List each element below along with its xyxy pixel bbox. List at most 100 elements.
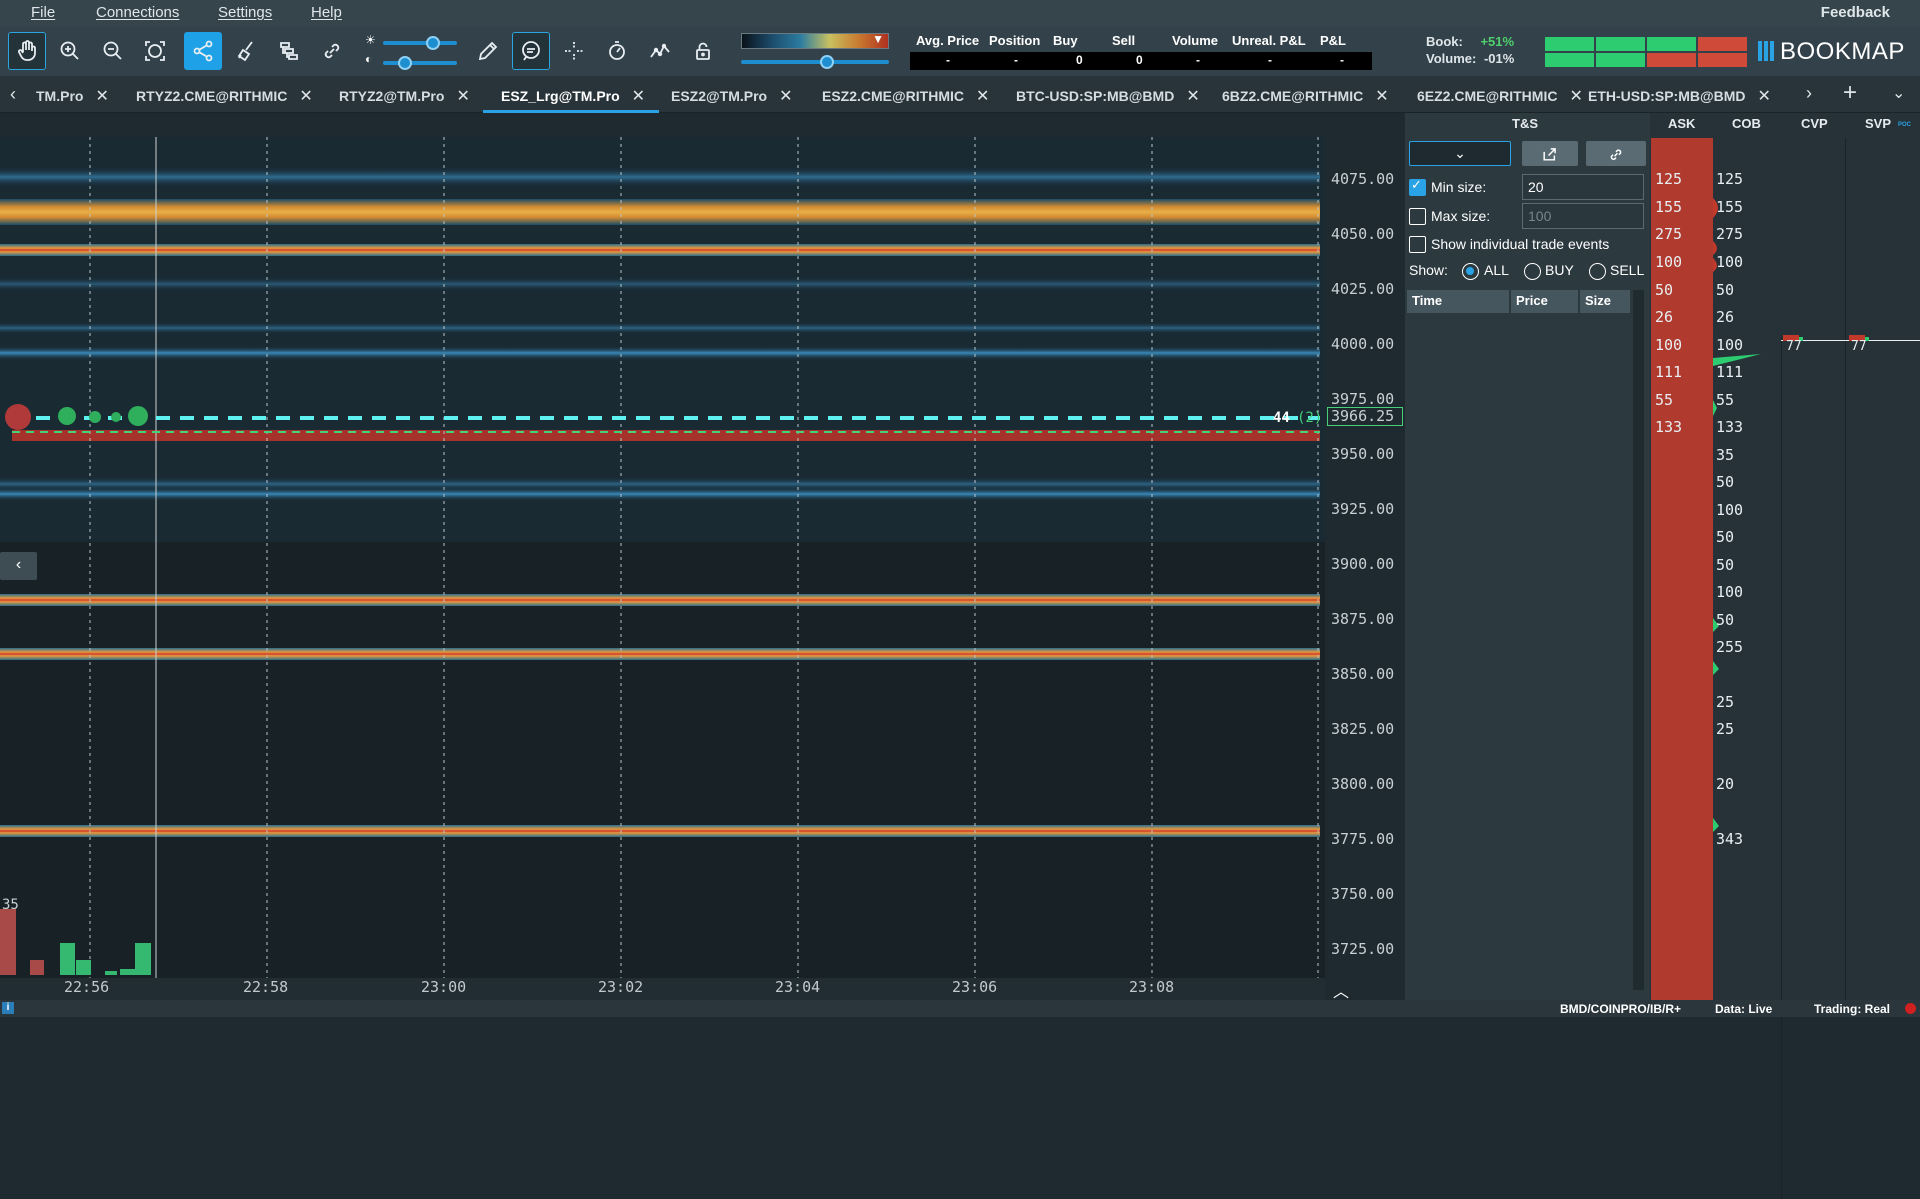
- link-icon: [1610, 148, 1622, 160]
- cob-value: 20: [1716, 775, 1735, 793]
- ts-col-size[interactable]: Size: [1580, 290, 1630, 313]
- book-value: +51%: [1480, 34, 1515, 49]
- add-tab-icon[interactable]: +: [1843, 79, 1857, 107]
- pencil-button[interactable]: [469, 32, 507, 70]
- close-icon[interactable]: ✕: [632, 86, 645, 106]
- color-range-slider[interactable]: [741, 55, 889, 69]
- tab-instrument[interactable]: TM.Pro ✕: [36, 76, 109, 113]
- tab-instrument-selected[interactable]: ESZ_Lrg@TM.Pro ✕: [482, 76, 660, 113]
- ts-export-button[interactable]: [1522, 141, 1578, 166]
- stack-button[interactable]: [270, 32, 308, 70]
- radio-all[interactable]: [1462, 263, 1479, 280]
- tab-scroll-left-icon[interactable]: ‹: [10, 84, 16, 105]
- ts-dropdown[interactable]: ⌄: [1409, 141, 1511, 166]
- ts-col-price[interactable]: Price: [1511, 290, 1578, 313]
- brightness-slider[interactable]: [383, 36, 457, 50]
- menu-settings[interactable]: Settings: [218, 4, 272, 21]
- crosshair-icon: [565, 42, 583, 60]
- cob-value: 111: [1716, 363, 1744, 381]
- tab-instrument[interactable]: RTYZ2@TM.Pro ✕: [339, 76, 470, 113]
- lock-button[interactable]: [684, 32, 722, 70]
- tab-instrument[interactable]: 6BZ2.CME@RITHMIC ✕: [1222, 76, 1389, 113]
- time-axis[interactable]: 22:56 22:58 23:00 23:02 23:04 23:06 23:0…: [0, 978, 1349, 1002]
- tab-instrument[interactable]: ESZ2@TM.Pro ✕: [671, 76, 793, 113]
- max-size-input[interactable]: 100: [1522, 203, 1644, 229]
- tab-instrument[interactable]: RTYZ2.CME@RITHMIC ✕: [136, 76, 313, 113]
- collapse-up-icon[interactable]: ︿: [1333, 978, 1349, 1002]
- show-individual-checkbox[interactable]: [1409, 236, 1426, 253]
- price-axis[interactable]: 4075.00 4050.00 4025.00 4000.00 3975.00 …: [1325, 137, 1405, 982]
- pnl-realized: -: [1340, 53, 1344, 67]
- chevron-down-icon: ▼: [872, 32, 884, 46]
- timer-button[interactable]: [598, 32, 636, 70]
- heatmap-canvas[interactable]: [0, 137, 1325, 982]
- close-icon[interactable]: ✕: [976, 86, 989, 106]
- expand-left-button[interactable]: ‹: [0, 552, 37, 580]
- tab-instrument[interactable]: ETH-USD:SP:MB@BMD ✕: [1588, 76, 1771, 113]
- pnl-avg-price: -: [946, 53, 950, 67]
- min-size-input[interactable]: 20: [1522, 174, 1644, 200]
- cob-value: 125: [1716, 170, 1744, 188]
- ts-scrollbar[interactable]: [1633, 290, 1644, 990]
- tab-instrument[interactable]: ESZ2.CME@RITHMIC ✕: [822, 76, 989, 113]
- show-label: Show:: [1409, 262, 1448, 278]
- time-label: 23:06: [952, 978, 998, 996]
- ts-title: T&S: [1512, 116, 1538, 131]
- menu-help[interactable]: Help: [311, 4, 342, 21]
- close-icon[interactable]: ✕: [1375, 86, 1388, 106]
- ts-col-time[interactable]: Time: [1407, 290, 1509, 313]
- close-icon[interactable]: ✕: [95, 86, 108, 106]
- tab-list-chevron-icon[interactable]: ⌄: [1892, 83, 1905, 103]
- color-range-knob[interactable]: [819, 55, 834, 69]
- share-button[interactable]: [184, 32, 222, 70]
- color-scale-dropdown[interactable]: ▼: [741, 32, 889, 49]
- link-button[interactable]: [313, 32, 351, 70]
- time-label: 23:02: [598, 978, 644, 996]
- cob-value: 25: [1716, 720, 1735, 738]
- price-label: 3875.00: [1331, 610, 1395, 628]
- contrast-slider[interactable]: [383, 56, 457, 70]
- tab-scroll-right-icon[interactable]: ›: [1806, 83, 1812, 104]
- cob-value: 25: [1716, 693, 1735, 711]
- tab-instrument[interactable]: 6EZ2.CME@RITHMIC ✕: [1417, 76, 1583, 113]
- radio-buy[interactable]: [1524, 263, 1541, 280]
- crosshair-button[interactable]: [555, 32, 593, 70]
- tab-instrument[interactable]: BTC-USD:SP:MB@BMD ✕: [1016, 76, 1200, 113]
- ask-value: 100: [1655, 253, 1683, 271]
- broom-button[interactable]: [227, 32, 265, 70]
- status-connections: BMD/COINPRO/IB/R+: [1560, 1002, 1682, 1016]
- show-individual-label: Show individual trade events: [1431, 236, 1610, 252]
- feedback-link[interactable]: Feedback: [1821, 4, 1890, 21]
- max-size-checkbox[interactable]: [1409, 208, 1426, 225]
- radio-sell[interactable]: [1589, 263, 1606, 280]
- volume-bar: [105, 971, 117, 975]
- info-icon[interactable]: i: [2, 1002, 14, 1014]
- volume-bar: [76, 960, 91, 975]
- chat-button[interactable]: [512, 32, 550, 70]
- cob-value: 50: [1716, 528, 1735, 546]
- volume-bar: [0, 909, 16, 975]
- close-icon[interactable]: ✕: [1569, 86, 1582, 106]
- broom-icon: [237, 41, 253, 62]
- zoom-fit-button[interactable]: [136, 32, 174, 70]
- ask-value: 50: [1655, 281, 1674, 299]
- close-icon[interactable]: ✕: [779, 86, 792, 106]
- pnl-sell: 0: [1136, 53, 1143, 67]
- zoom-in-button[interactable]: [51, 32, 89, 70]
- price-label: 4075.00: [1331, 170, 1395, 188]
- heatmap-chart[interactable]: 35 ‹ 44 (2): [0, 137, 1325, 982]
- indicator-button[interactable]: [641, 32, 679, 70]
- zoom-out-button[interactable]: [94, 32, 132, 70]
- hand-tool-button[interactable]: [8, 32, 46, 70]
- ts-link-button[interactable]: [1586, 141, 1646, 166]
- close-icon[interactable]: ✕: [299, 86, 312, 106]
- close-icon[interactable]: ✕: [1186, 86, 1199, 106]
- radio-all-label: ALL: [1484, 262, 1509, 278]
- menu-connections[interactable]: Connections: [96, 4, 179, 21]
- pnl-volume: -: [1196, 53, 1200, 67]
- last-trade-count: (2): [1297, 410, 1323, 426]
- menu-file[interactable]: File: [31, 4, 55, 21]
- close-icon[interactable]: ✕: [456, 86, 469, 106]
- min-size-checkbox[interactable]: ✓: [1409, 177, 1426, 196]
- close-icon[interactable]: ✕: [1758, 86, 1771, 106]
